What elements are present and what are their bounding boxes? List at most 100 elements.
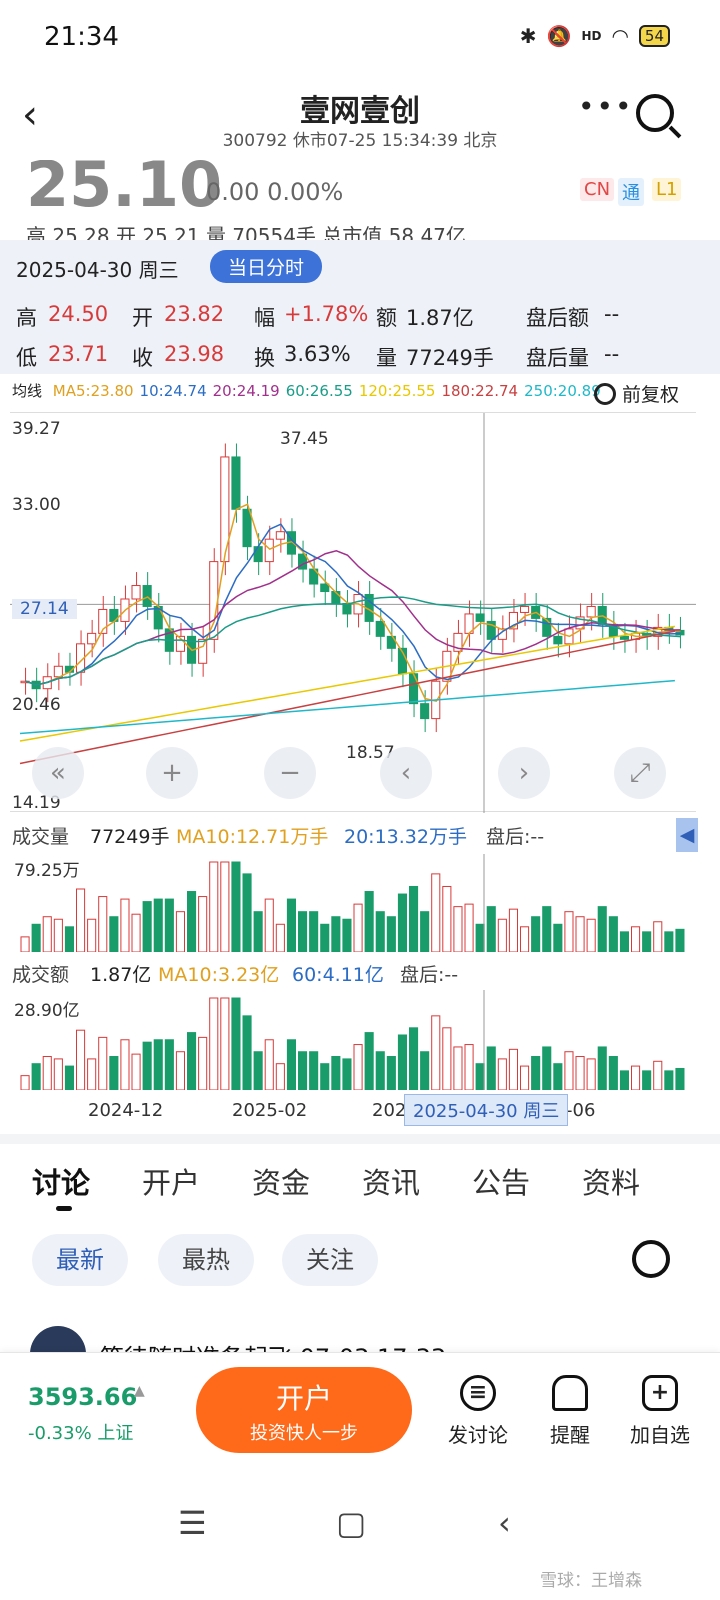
filter-following[interactable]: 关注 xyxy=(282,1234,378,1286)
max-price-label: 37.45 xyxy=(280,429,329,449)
add-watchlist-button[interactable]: + 加自选 xyxy=(620,1375,700,1448)
volume-bar xyxy=(76,888,86,952)
volume-bar xyxy=(664,1070,674,1090)
volume-panel-value: 77249手 xyxy=(90,826,170,848)
home-icon[interactable]: ▢ xyxy=(336,1504,366,1542)
tab-news[interactable]: 资讯 xyxy=(362,1160,420,1202)
menu-icon[interactable]: ☰ xyxy=(178,1504,207,1542)
scroll-left-button[interactable]: ‹ xyxy=(380,747,432,799)
volume-bar xyxy=(98,896,108,952)
volume-bar xyxy=(597,1046,607,1090)
volume-bar xyxy=(386,1056,396,1090)
volume-bar xyxy=(187,891,197,952)
volume-bar xyxy=(586,1058,596,1090)
current-price: 25.10 xyxy=(26,160,223,221)
volume-bar xyxy=(486,1046,496,1090)
volume-bar xyxy=(608,1056,618,1090)
collapse-panel-button[interactable]: ◀ xyxy=(676,818,698,852)
post-discussion-button[interactable]: ≡ 发讨论 xyxy=(438,1375,518,1448)
search-icon[interactable] xyxy=(636,94,674,132)
volume-bar xyxy=(397,1034,407,1090)
intraday-button[interactable]: 当日分时 xyxy=(210,250,323,283)
turnover-label: 换 xyxy=(254,346,275,370)
ah-amount-label: 盘后额 xyxy=(526,306,589,330)
close-label: 收 xyxy=(132,346,153,370)
volume-bar xyxy=(397,893,407,952)
chat-icon: ≡ xyxy=(460,1375,496,1411)
volume-bar xyxy=(653,921,663,952)
volume-bar xyxy=(631,1065,641,1090)
amount-header: 成交额 1.87亿 MA10:3.23亿 60:4.11亿 盘后:-- xyxy=(0,958,720,990)
zoom-in-button[interactable]: + xyxy=(146,747,198,799)
candle xyxy=(142,585,152,607)
ma-legend-title: 均线 xyxy=(12,382,43,400)
x-axis-label-1: 2024-12 xyxy=(88,1100,164,1121)
more-icon[interactable]: ••• xyxy=(578,90,634,123)
volume-bar xyxy=(586,918,596,952)
tab-funds[interactable]: 资金 xyxy=(252,1160,310,1202)
kline-chart[interactable]: 39.27 33.00 27.14 20.46 14.19 37.45 18.5… xyxy=(10,412,696,813)
candle xyxy=(131,585,141,600)
tab-announcements[interactable]: 公告 xyxy=(472,1160,530,1202)
open-label: 开 xyxy=(132,306,153,330)
volume-bar xyxy=(542,906,552,952)
tab-discussion[interactable]: 讨论 xyxy=(32,1160,90,1202)
volume-bar xyxy=(520,1065,530,1090)
ma-legend-item: 120:25.55 xyxy=(358,382,436,400)
hd-signal-icon: HD xyxy=(581,29,602,43)
volume-bar xyxy=(497,918,507,952)
open-account-button[interactable]: 开户 投资快人一步 xyxy=(196,1367,412,1453)
volume-bar xyxy=(353,1044,363,1090)
volume-bar xyxy=(20,1075,30,1090)
back-nav-icon[interactable]: ‹ xyxy=(498,1504,511,1542)
volume-bar xyxy=(642,931,652,952)
index-value[interactable]: 3593.66 xyxy=(28,1383,137,1411)
scroll-start-button[interactable]: « xyxy=(32,747,84,799)
volume-bar xyxy=(508,1048,518,1090)
amp-label: 幅 xyxy=(254,306,275,330)
wifi-icon: ◠ xyxy=(611,24,629,48)
content-tabs: 讨论 开户 资金 资讯 公告 资料 xyxy=(0,1160,720,1211)
index-subtitle[interactable]: -0.33% 上证 xyxy=(28,1419,133,1445)
tab-open-account[interactable]: 开户 xyxy=(142,1160,200,1202)
candle xyxy=(87,632,97,645)
volume-bar xyxy=(475,1063,485,1090)
volume-bar xyxy=(331,916,341,952)
volume-bar xyxy=(320,1063,330,1090)
filter-hot[interactable]: 最热 xyxy=(158,1234,254,1286)
volume-bar xyxy=(242,1015,252,1090)
volume-bar xyxy=(109,1056,119,1090)
zoom-out-button[interactable]: − xyxy=(264,747,316,799)
index-trend-icon: ▲ xyxy=(134,1383,145,1399)
amount-ma10: MA10:3.23亿 xyxy=(158,964,280,986)
volume-bar xyxy=(375,1051,385,1090)
volume-bar xyxy=(64,1065,75,1090)
scroll-right-button[interactable]: › xyxy=(498,747,550,799)
fullscreen-button[interactable]: ⤢ xyxy=(614,747,666,799)
volume-bar xyxy=(98,1036,108,1090)
volume-bar xyxy=(87,1058,97,1090)
candle xyxy=(264,538,274,563)
candle xyxy=(231,456,241,510)
ma-legend-item: 250:20.89 xyxy=(524,382,601,400)
volume-value: 77249手 xyxy=(406,346,494,370)
volume-bar xyxy=(431,873,441,952)
volume-ma10: MA10:12.71万手 xyxy=(176,826,329,848)
amp-value: +1.78% xyxy=(284,302,369,326)
status-bar: 21:34 ✱ 🔕 HD ◠ 54 xyxy=(0,0,720,78)
volume-bar xyxy=(20,936,30,952)
candle xyxy=(53,665,63,678)
amount-bars xyxy=(20,990,685,1090)
volume-bar xyxy=(175,911,185,952)
volume-bar xyxy=(619,931,630,952)
alert-button[interactable]: 提醒 xyxy=(530,1375,610,1448)
candle xyxy=(420,703,430,720)
refresh-icon[interactable] xyxy=(632,1240,670,1278)
volume-bar xyxy=(264,1039,274,1090)
volume-bar xyxy=(231,997,241,1090)
filter-latest[interactable]: 最新 xyxy=(32,1234,128,1286)
tab-profile[interactable]: 资料 xyxy=(582,1160,640,1202)
volume-bar xyxy=(453,906,463,952)
x-axis-label-3: 202 xyxy=(372,1100,407,1121)
adjust-toggle[interactable]: 前复权 xyxy=(594,380,679,407)
